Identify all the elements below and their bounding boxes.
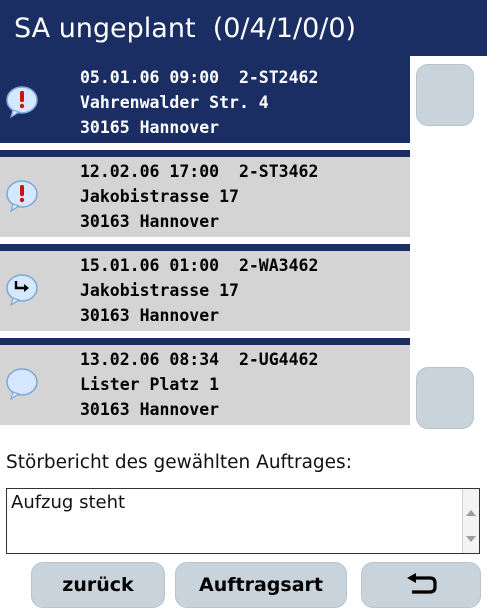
order-list: 05.01.06 09:00 2-ST2462 Vahrenwalder Str… bbox=[0, 56, 410, 439]
order-datetime-id: 05.01.06 09:00 2-ST2462 bbox=[80, 68, 319, 87]
list-item[interactable]: 05.01.06 09:00 2-ST2462 Vahrenwalder Str… bbox=[0, 56, 410, 143]
exclamation-bubble-icon bbox=[6, 180, 38, 213]
bottom-toolbar: zurück Auftragsart bbox=[0, 562, 487, 608]
order-type-button[interactable]: Auftragsart bbox=[175, 562, 347, 608]
list-item[interactable]: 13.02.06 08:34 2-UG4462 Lister Platz 1 3… bbox=[0, 338, 410, 425]
list-item[interactable]: 12.02.06 17:00 2-ST3462 Jakobistrasse 17… bbox=[0, 150, 410, 237]
order-street: Lister Platz 1 bbox=[80, 375, 220, 394]
return-arrow-bubble-icon bbox=[6, 274, 38, 307]
back-button[interactable]: zurück bbox=[31, 562, 165, 608]
order-datetime-id: 15.01.06 01:00 2-WA3462 bbox=[80, 256, 319, 275]
scroll-down-button[interactable] bbox=[416, 367, 474, 429]
order-datetime-id: 12.02.06 17:00 2-ST3462 bbox=[80, 162, 319, 181]
order-city: 30163 Hannover bbox=[80, 306, 220, 325]
order-city: 30165 Hannover bbox=[80, 118, 220, 137]
scroll-down-arrow-icon[interactable] bbox=[465, 533, 477, 545]
list-item[interactable]: 15.01.06 01:00 2-WA3462 Jakobistrasse 17… bbox=[0, 244, 410, 331]
page-title: SA ungeplant (0/4/1/0/0) bbox=[0, 0, 487, 56]
report-text: Aufzug steht bbox=[11, 492, 126, 513]
order-datetime-id: 13.02.06 08:34 2-UG4462 bbox=[80, 350, 319, 369]
order-street: Jakobistrasse 17 bbox=[80, 281, 239, 300]
blank-bubble-icon bbox=[6, 368, 38, 401]
order-city: 30163 Hannover bbox=[80, 212, 220, 231]
scroll-up-arrow-icon[interactable] bbox=[465, 507, 477, 519]
order-city: 30163 Hannover bbox=[80, 400, 220, 419]
report-textbox[interactable]: Aufzug steht bbox=[6, 488, 480, 554]
exclamation-bubble-icon bbox=[6, 86, 38, 119]
scroll-up-button[interactable] bbox=[416, 64, 474, 126]
order-street: Jakobistrasse 17 bbox=[80, 187, 239, 206]
return-button[interactable] bbox=[361, 562, 481, 608]
report-scrollbar[interactable] bbox=[462, 489, 479, 553]
report-label: Störbericht des gewählten Auftrages: bbox=[6, 452, 352, 473]
order-street: Vahrenwalder Str. 4 bbox=[80, 93, 269, 112]
return-arrow-icon bbox=[407, 573, 437, 594]
